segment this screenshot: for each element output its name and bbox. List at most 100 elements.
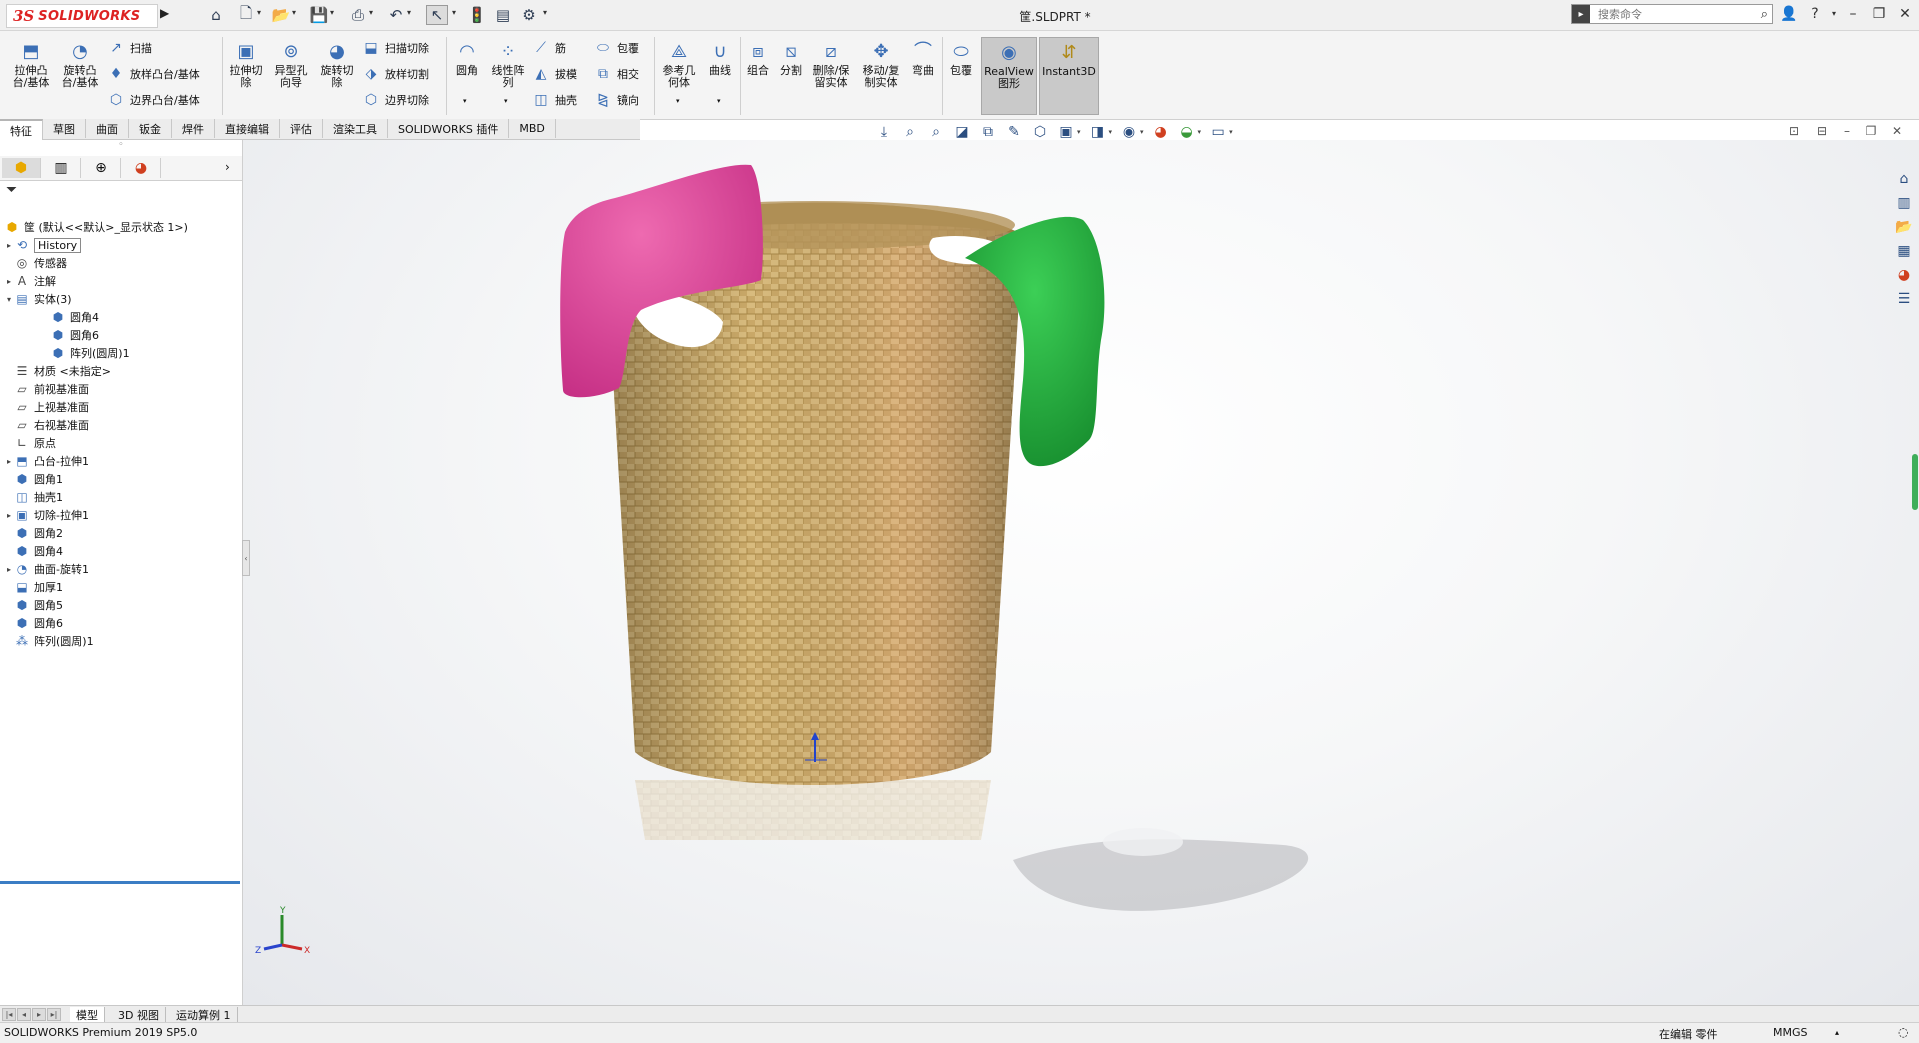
next-tab-nav-icon[interactable]: ▸ xyxy=(32,1008,46,1021)
zoom-to-area-icon[interactable]: ⌕ xyxy=(901,123,919,141)
curves-button[interactable]: ∪ 曲线 xyxy=(703,41,737,77)
save-dropdown-icon[interactable]: ▾ xyxy=(330,8,334,17)
quick-tips-icon[interactable]: ◌ xyxy=(1898,1025,1908,1039)
tree-expand-icon[interactable]: ▾ xyxy=(4,295,14,304)
hole-wizard-button[interactable]: ⊚ 异型孔 向导 xyxy=(268,41,314,89)
close-window-icon[interactable]: ✕ xyxy=(1894,6,1916,24)
viewport-maximize-icon[interactable]: ❐ xyxy=(1862,124,1880,140)
tab-weldments[interactable]: 焊件 xyxy=(172,119,215,138)
fillet-dropdown-icon[interactable]: ▾ xyxy=(463,97,467,105)
tab-direct-editing[interactable]: 直接编辑 xyxy=(215,119,280,138)
tree-item[interactable]: ▱ 右视基准面 xyxy=(4,416,246,434)
loft-boss-button[interactable]: ♦ 放样凸台/基体 xyxy=(107,65,200,83)
options-dropdown-icon[interactable]: ▾ xyxy=(543,8,547,17)
tab-model[interactable]: 模型 xyxy=(70,1007,105,1022)
task-pane-scroll-handle[interactable] xyxy=(1912,454,1918,510)
tree-item[interactable]: ⬢ 圆角4 xyxy=(4,542,246,560)
graphics-area[interactable] xyxy=(243,140,1919,1005)
scene-dropdown-icon[interactable]: ▾ xyxy=(1198,128,1202,136)
tree-expand-icon[interactable]: ▸ xyxy=(4,241,14,250)
view-settings-icon[interactable]: ◒ xyxy=(1178,123,1196,141)
panel-splitter[interactable]: ‹ xyxy=(242,540,250,576)
open-folder-icon[interactable]: 📂 xyxy=(270,5,292,25)
tab-evaluate[interactable]: 评估 xyxy=(280,119,323,138)
combine-button[interactable]: ⧈ 组合 xyxy=(743,41,773,77)
tree-item[interactable]: ▸ A 注解 xyxy=(4,272,246,290)
tree-item[interactable]: ⬢ 圆角1 xyxy=(4,470,246,488)
draft-button[interactable]: ◭ 拔模 xyxy=(532,65,577,83)
tree-item[interactable]: ⬓ 加厚1 xyxy=(4,578,246,596)
tree-item[interactable]: ◎ 传感器 xyxy=(4,254,246,272)
minimize-window-icon[interactable]: – xyxy=(1842,6,1864,24)
units-selector[interactable]: MMGS xyxy=(1773,1026,1808,1039)
intersect-button[interactable]: ⧉ 相交 xyxy=(594,65,639,83)
fillet-button[interactable]: ◠ 圆角 xyxy=(450,41,484,77)
new-dropdown-icon[interactable]: ▾ xyxy=(257,8,261,17)
viewport-close-icon[interactable]: ✕ xyxy=(1888,124,1906,140)
tab-mbd[interactable]: MBD xyxy=(509,119,556,138)
tree-expand-icon[interactable]: ▸ xyxy=(4,277,14,286)
linear-pattern-button[interactable]: ⁘ 线性阵 列 xyxy=(486,41,530,89)
last-tab-nav-icon[interactable]: ▸| xyxy=(47,1008,61,1021)
print-icon[interactable]: ⎙ xyxy=(347,5,369,25)
tree-item[interactable]: ⬢ 圆角5 xyxy=(4,596,246,614)
boundary-cut-button[interactable]: ⬡ 边界切除 xyxy=(362,91,429,109)
tab-surfaces[interactable]: 曲面 xyxy=(86,119,129,138)
search-input[interactable] xyxy=(1596,6,1740,22)
select-dropdown-icon[interactable]: ▾ xyxy=(452,8,456,17)
reference-geometry-button[interactable]: ⟁ 参考几 何体 xyxy=(657,41,701,89)
sweep-button[interactable]: ↗ 扫描 xyxy=(107,39,152,57)
undo-dropdown-icon[interactable]: ▾ xyxy=(407,8,411,17)
tab-features[interactable]: 特征 xyxy=(0,119,43,140)
home-icon[interactable]: ⌂ xyxy=(205,5,227,25)
tree-item[interactable]: ▸ ⟲ History xyxy=(4,236,246,254)
options-gear-icon[interactable]: ⚙ xyxy=(518,5,540,25)
wrap-button[interactable]: ⬭ 包覆 xyxy=(594,39,639,57)
search-box[interactable]: ▸ ⌕ xyxy=(1571,4,1773,24)
property-manager-tab-icon[interactable]: ▥ xyxy=(42,158,81,178)
dynamic-annotation-icon[interactable]: ⧉ xyxy=(979,123,997,141)
configuration-manager-tab-icon[interactable]: ⊕ xyxy=(82,158,121,178)
tree-item[interactable]: ▱ 前视基准面 xyxy=(4,380,246,398)
tab-render-tools[interactable]: 渲染工具 xyxy=(323,119,388,138)
viewport-tile-icon[interactable]: ⊟ xyxy=(1813,124,1831,140)
units-dropdown-icon[interactable]: ▴ xyxy=(1835,1028,1839,1037)
section-view-icon[interactable]: ◪ xyxy=(953,123,971,141)
apply-scene-icon[interactable]: ◕ xyxy=(1152,123,1170,141)
restore-window-icon[interactable]: ❐ xyxy=(1868,6,1890,24)
menu-expand-arrow-icon[interactable]: ▶ xyxy=(160,6,172,24)
hide-show-items-icon[interactable]: ◨ xyxy=(1089,123,1107,141)
tree-item[interactable]: ▸ ⬒ 凸台-拉伸1 xyxy=(4,452,246,470)
tab-sketch[interactable]: 草图 xyxy=(43,119,86,138)
zoom-to-fit-icon[interactable]: ⤓ xyxy=(875,123,893,141)
extrude-cut-button[interactable]: ▣ 拉伸切 除 xyxy=(225,41,267,89)
file-properties-icon[interactable]: ▤ xyxy=(492,5,514,25)
tree-item[interactable]: ☰ 材质 <未指定> xyxy=(4,362,246,380)
tree-expand-icon[interactable]: ▸ xyxy=(4,511,14,520)
open-dropdown-icon[interactable]: ▾ xyxy=(292,8,296,17)
print-dropdown-icon[interactable]: ▾ xyxy=(369,8,373,17)
pattern-dropdown-icon[interactable]: ▾ xyxy=(504,97,508,105)
filter-icon[interactable]: ⏷ xyxy=(6,182,17,198)
display-pane-dropdown-icon[interactable]: ▾ xyxy=(1229,128,1233,136)
tree-expand-icon[interactable]: ▸ xyxy=(4,565,14,574)
tree-item[interactable]: ⁂ 阵列(圆周)1 xyxy=(4,632,246,650)
view-selector-icon[interactable]: ✎ xyxy=(1005,123,1023,141)
tree-item[interactable]: ∟ 原点 xyxy=(4,434,246,452)
wrap-large-button[interactable]: ⬭ 包覆 xyxy=(946,41,976,77)
split-button[interactable]: ⧅ 分割 xyxy=(776,41,806,77)
tree-item[interactable]: ⬢ 圆角2 xyxy=(4,524,246,542)
sweep-cut-button[interactable]: ⬓ 扫描切除 xyxy=(362,39,429,57)
solidworks-resources-icon[interactable]: ⌂ xyxy=(1893,168,1915,190)
previous-view-icon[interactable]: ⌕ xyxy=(927,123,945,141)
panel-expand-icon[interactable]: › xyxy=(225,160,230,174)
curves-dropdown-icon[interactable]: ▾ xyxy=(717,97,721,105)
rollback-bar[interactable] xyxy=(0,881,240,884)
flex-button[interactable]: ⌒ 弯曲 xyxy=(908,41,938,77)
viewport-restore-icon[interactable]: ⊡ xyxy=(1785,124,1803,140)
tree-item[interactable]: ◫ 抽壳1 xyxy=(4,488,246,506)
instant3d-toggle[interactable]: ⇵ Instant3D xyxy=(1039,37,1099,115)
file-explorer-icon[interactable]: 📂 xyxy=(1893,216,1915,238)
boundary-boss-button[interactable]: ⬡ 边界凸台/基体 xyxy=(107,91,200,109)
rebuild-icon[interactable]: 🚦 xyxy=(466,5,488,25)
